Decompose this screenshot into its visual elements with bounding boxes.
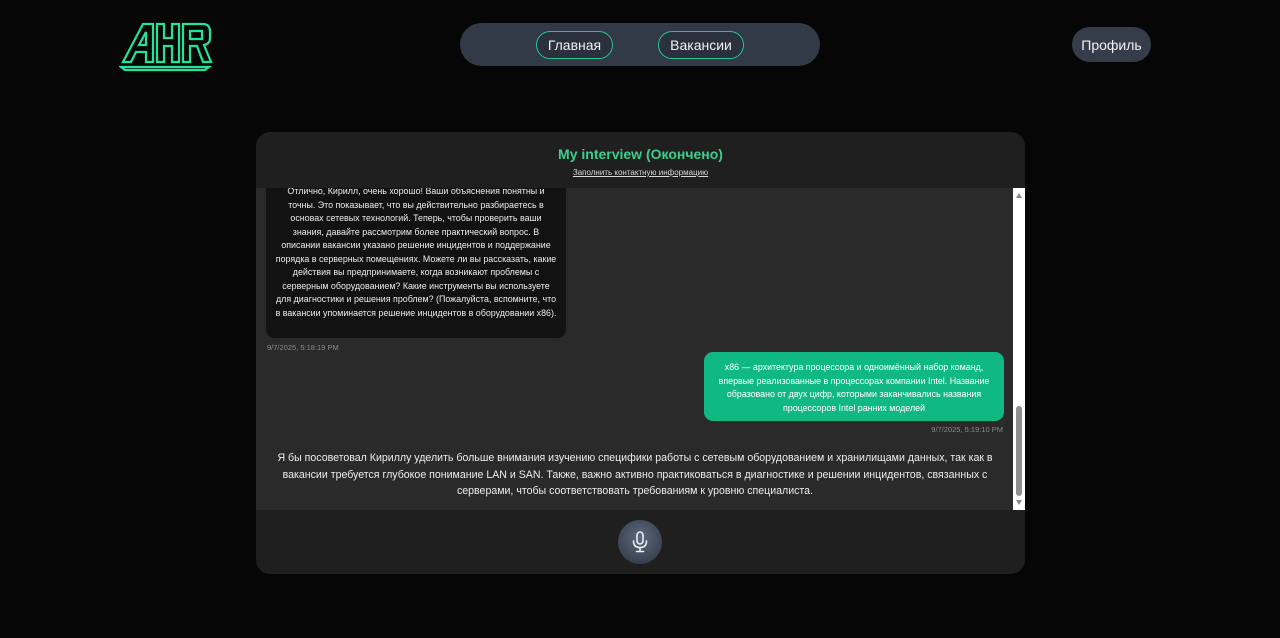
interview-header: My interview (Окончено) Заполнить контак… xyxy=(256,132,1025,188)
logo[interactable] xyxy=(117,20,215,72)
contact-info-link[interactable]: Заполнить контактную информацию xyxy=(256,168,1025,177)
ahr-logo-icon xyxy=(117,22,213,72)
interview-card: My interview (Окончено) Заполнить контак… xyxy=(256,132,1025,574)
page: Главная Вакансии Профиль My interview (О… xyxy=(0,0,1280,638)
user-message: x86 — архитектура процессора и одноимённ… xyxy=(704,352,1004,421)
nav-vacancies-button[interactable]: Вакансии xyxy=(658,31,744,59)
main-nav: Главная Вакансии xyxy=(460,23,820,66)
interview-title: My interview (Окончено) xyxy=(558,146,723,162)
microphone-icon xyxy=(632,531,648,553)
nav-home-button[interactable]: Главная xyxy=(536,31,613,59)
bot-message: Отлично, Кирилл, очень хорошо! Ваши объя… xyxy=(266,188,566,338)
user-message-timestamp: 9/7/2025, 5:19:10 PM xyxy=(931,425,1003,434)
scroll-up-arrow-icon[interactable] xyxy=(1016,193,1022,198)
interview-summary: Я бы посоветовал Кириллу уделить больше … xyxy=(277,452,993,497)
chat-scrollbar[interactable] xyxy=(1013,188,1025,510)
microphone-button[interactable] xyxy=(618,520,662,564)
profile-button[interactable]: Профиль xyxy=(1072,27,1151,62)
scroll-thumb[interactable] xyxy=(1016,406,1022,496)
bot-message-timestamp: 9/7/2025, 5:18:19 PM xyxy=(267,343,339,352)
scroll-down-arrow-icon[interactable] xyxy=(1016,500,1022,505)
chat-messages[interactable]: Отлично, Кирилл, очень хорошо! Ваши объя… xyxy=(256,188,1025,510)
